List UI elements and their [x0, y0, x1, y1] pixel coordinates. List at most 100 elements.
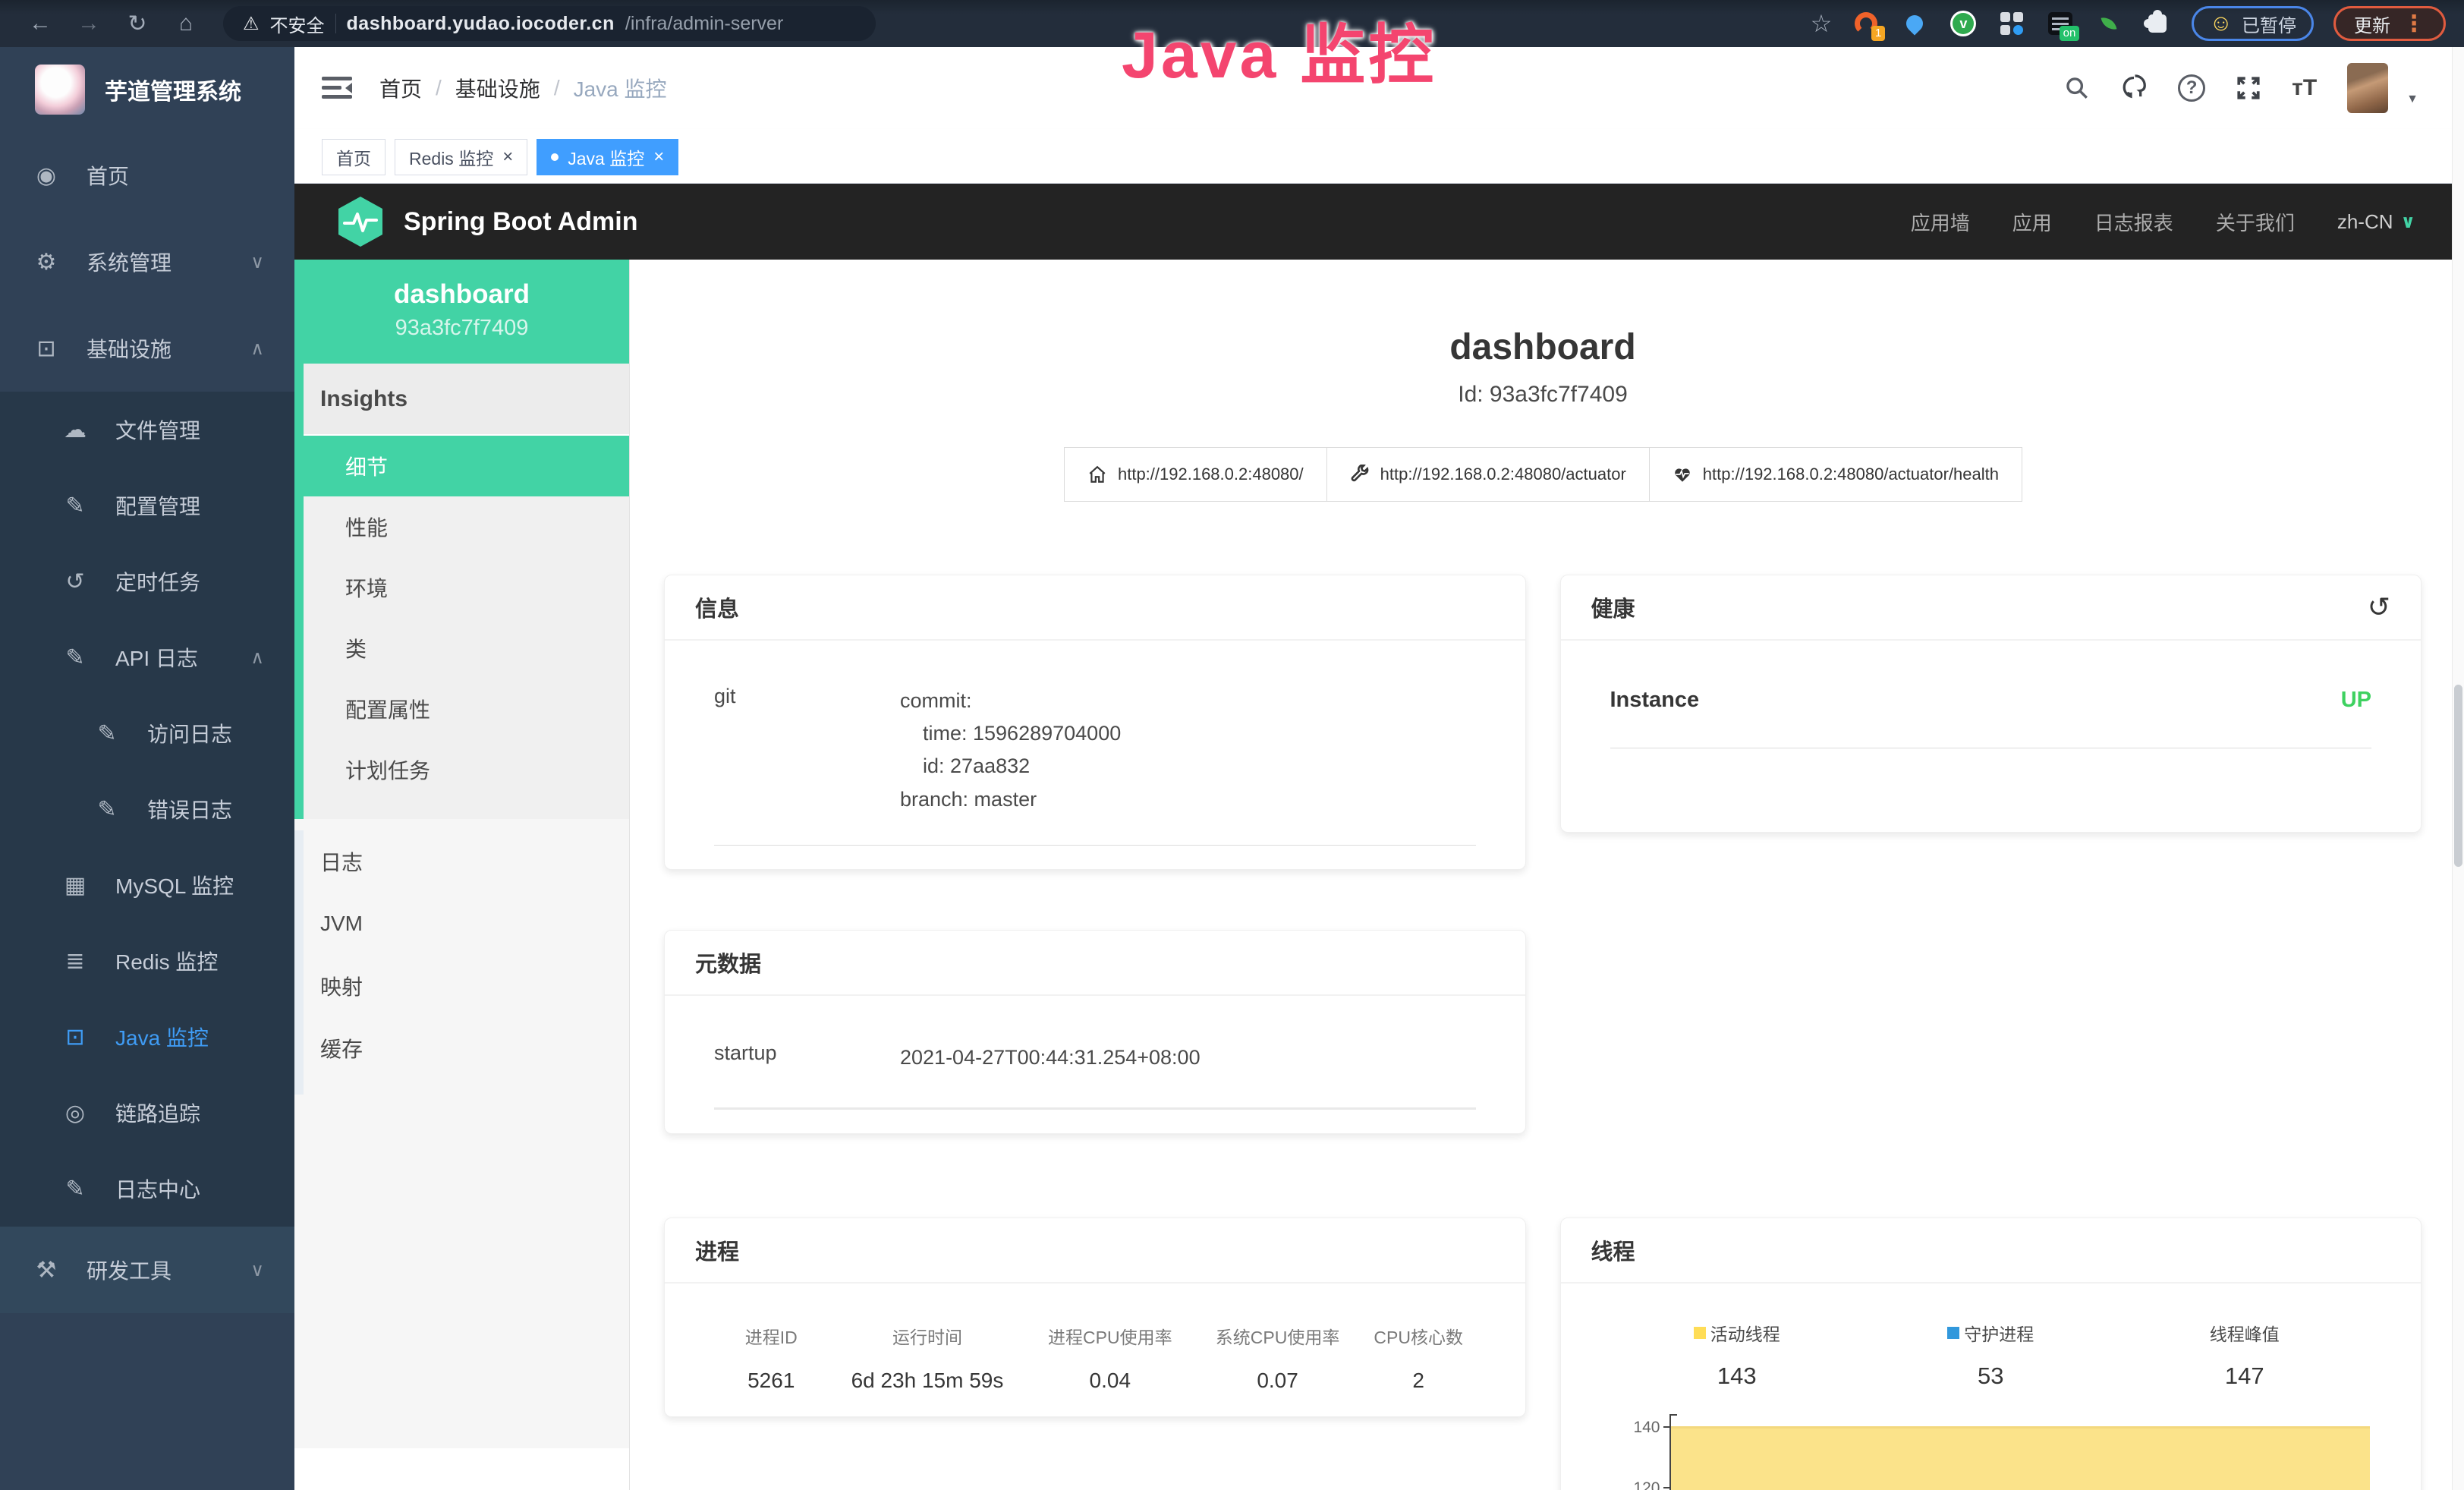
tab-redis-monitor[interactable]: Redis 监控 × [395, 139, 527, 175]
close-icon[interactable]: × [653, 146, 664, 168]
browser-home-icon[interactable]: ⌂ [164, 11, 208, 36]
sidebar-item-label: 配置管理 [115, 490, 200, 521]
sidebar-item-dev-tools[interactable]: ⚒ 研发工具 ∨ [0, 1227, 294, 1313]
chrome-update-button[interactable]: 更新 ⋮ [2333, 6, 2446, 41]
sba-item-logs[interactable]: 日志 [304, 830, 629, 893]
sba-nav: 应用墙 应用 日志报表 关于我们 zh-CN ∨ [1911, 208, 2415, 236]
infrastructure-submenu: ☁ 文件管理 ✎ 配置管理 ↺ 定时任务 ✎ API 日志 ∧ ✎ [0, 392, 294, 1227]
bookmark-star-icon[interactable]: ☆ [1811, 9, 1833, 38]
sidebar-item-config-mgmt[interactable]: ✎ 配置管理 [0, 468, 294, 543]
health-url-button[interactable]: http://192.168.0.2:48080/actuator/health [1649, 447, 2022, 502]
sba-item-scheduled-tasks[interactable]: 计划任务 [304, 739, 629, 800]
sba-nav-wallboard[interactable]: 应用墙 [1911, 208, 1970, 236]
actuator-url: http://192.168.0.2:48080/actuator [1380, 465, 1626, 484]
app-sidebar: 芋道管理系统 ◉ 首页 ⚙ 系统管理 ∨ ⊡ 基础设施 ∧ ☁ 文件管理 [0, 47, 294, 1490]
close-icon[interactable]: × [502, 146, 513, 168]
screen: ← → ↻ ⌂ ⚠ 不安全 dashboard.yudao.iocoder.cn… [0, 0, 2464, 1490]
extension-leaf-icon[interactable] [2094, 9, 2123, 38]
paused-label: 已暂停 [2242, 11, 2296, 37]
extension-switch-icon[interactable]: on [2046, 9, 2075, 38]
process-card: 进程 进程ID 5261 运行时间 6d 23h 15m 59s 进程CPU使用… [664, 1218, 1526, 1417]
font-size-icon[interactable]: тT [2292, 75, 2317, 101]
sidebar-item-label: Redis 监控 [115, 946, 218, 976]
history-icon[interactable]: ↺ [2368, 591, 2390, 623]
not-secure-warning-icon: ⚠ [243, 13, 260, 35]
not-secure-label[interactable]: 不安全 [270, 11, 325, 37]
sba-locale-select[interactable]: zh-CN ∨ [2337, 210, 2415, 234]
sidebar-item-access-log[interactable]: ✎ 访问日志 [0, 695, 294, 771]
sidebar-item-infrastructure[interactable]: ⊡ 基础设施 ∧ [0, 305, 294, 392]
edit-icon: ✎ [62, 493, 88, 519]
fullscreen-icon[interactable] [2236, 75, 2261, 101]
sidebar-item-file-mgmt[interactable]: ☁ 文件管理 [0, 392, 294, 468]
status-badge: UP [2341, 688, 2371, 713]
sba-nav-applications[interactable]: 应用 [2012, 208, 2052, 236]
insights-section-label: Insights [304, 364, 629, 436]
sidebar-item-home[interactable]: ◉ 首页 [0, 132, 294, 219]
sba-item-config-props[interactable]: 配置属性 [304, 679, 629, 739]
hamburger-icon[interactable] [322, 75, 352, 101]
tab-java-monitor[interactable]: Java 监控 × [537, 139, 678, 175]
sba-item-classes[interactable]: 类 [304, 618, 629, 679]
breadcrumb-home[interactable]: 首页 [379, 73, 422, 103]
sba-nav-journal[interactable]: 日志报表 [2094, 208, 2173, 236]
metadata-card: 元数据 startup 2021-04-27T00:44:31.254+08:0… [664, 930, 1526, 1134]
sidebar-item-scheduled-jobs[interactable]: ↺ 定时任务 [0, 543, 294, 619]
sidebar-item-log-center[interactable]: ✎ 日志中心 [0, 1151, 294, 1227]
stat-label: 守护进程 [1964, 1320, 2034, 1346]
sidebar-item-label: 错误日志 [147, 794, 232, 824]
service-url-button[interactable]: http://192.168.0.2:48080/ [1064, 447, 1327, 502]
info-card: 信息 git commit: time: 1596289704000 id: 2 [664, 575, 1526, 870]
help-icon[interactable]: ? [2178, 74, 2205, 102]
live-threads-legend-swatch [1694, 1327, 1706, 1339]
service-url: http://192.168.0.2:48080/ [1118, 465, 1304, 484]
breadcrumb-infrastructure[interactable]: 基础设施 [455, 73, 540, 103]
sba-nav-about[interactable]: 关于我们 [2216, 208, 2295, 236]
browser-back-icon[interactable]: ← [18, 11, 62, 36]
address-bar[interactable]: ⚠ 不安全 dashboard.yudao.iocoder.cn /infra/… [223, 6, 876, 41]
sidebar-item-redis-monitor[interactable]: ≣ Redis 监控 [0, 923, 294, 999]
extension-green-icon[interactable]: v [1949, 9, 1978, 38]
tab-home[interactable]: 首页 [322, 139, 385, 175]
sidebar-item-tracing[interactable]: ◎ 链路追踪 [0, 1075, 294, 1151]
y-tickmark [1663, 1426, 1670, 1428]
heartbeat-icon [1673, 465, 1692, 484]
page-scrollbar[interactable] [2452, 47, 2464, 1490]
scrollbar-thumb[interactable] [2454, 685, 2462, 867]
user-avatar[interactable] [2347, 63, 2388, 113]
browser-menu-kebab-icon[interactable]: ⋮ [2403, 11, 2425, 37]
browser-refresh-icon[interactable]: ↻ [115, 11, 159, 37]
extension-pin-icon[interactable] [1900, 9, 1929, 38]
url-host[interactable]: dashboard.yudao.iocoder.cn [347, 13, 615, 35]
extensions-puzzle-icon[interactable] [2143, 9, 2172, 38]
sidebar-item-system-mgmt[interactable]: ⚙ 系统管理 ∨ [0, 219, 294, 305]
sba-item-details[interactable]: 细节 [304, 436, 629, 496]
browser-forward-icon[interactable]: → [67, 11, 111, 36]
actuator-url-button[interactable]: http://192.168.0.2:48080/actuator [1326, 447, 1650, 502]
sidebar-item-label: Java 监控 [115, 1022, 209, 1052]
sba-item-jvm[interactable]: JVM [304, 893, 629, 955]
sidebar-item-java-monitor[interactable]: ⊡ Java 监控 [0, 999, 294, 1075]
extension-grid-icon[interactable] [1997, 9, 2026, 38]
instance-name: dashboard [294, 279, 629, 310]
wrench-icon [1350, 465, 1370, 484]
sba-brand-title[interactable]: Spring Boot Admin [404, 207, 637, 237]
sidebar-item-label: 日志中心 [115, 1173, 200, 1204]
startup-label: startup [714, 1041, 900, 1074]
extension-downloader-icon[interactable]: 1 [1852, 9, 1880, 38]
process-card-header: 进程 [665, 1218, 1525, 1284]
sba-item-metrics[interactable]: 性能 [304, 496, 629, 557]
sba-item-environment[interactable]: 环境 [304, 557, 629, 618]
chevron-down-icon: ∨ [250, 1259, 264, 1281]
sidebar-item-label: API 日志 [115, 642, 198, 673]
sba-item-mappings[interactable]: 映射 [304, 955, 629, 1017]
sidebar-item-mysql-monitor[interactable]: ▦ MySQL 监控 [0, 847, 294, 923]
search-icon[interactable] [2064, 75, 2090, 101]
profile-paused-chip[interactable]: ☺ 已暂停 [2192, 6, 2314, 41]
sidebar-item-error-log[interactable]: ✎ 错误日志 [0, 771, 294, 847]
github-icon[interactable] [2120, 74, 2148, 102]
daemon-threads-value: 53 [1864, 1362, 2118, 1390]
sba-item-caches[interactable]: 缓存 [304, 1017, 629, 1079]
sidebar-item-api-log[interactable]: ✎ API 日志 ∧ [0, 619, 294, 695]
avatar-caret-down-icon[interactable]: ▼ [2406, 93, 2418, 106]
